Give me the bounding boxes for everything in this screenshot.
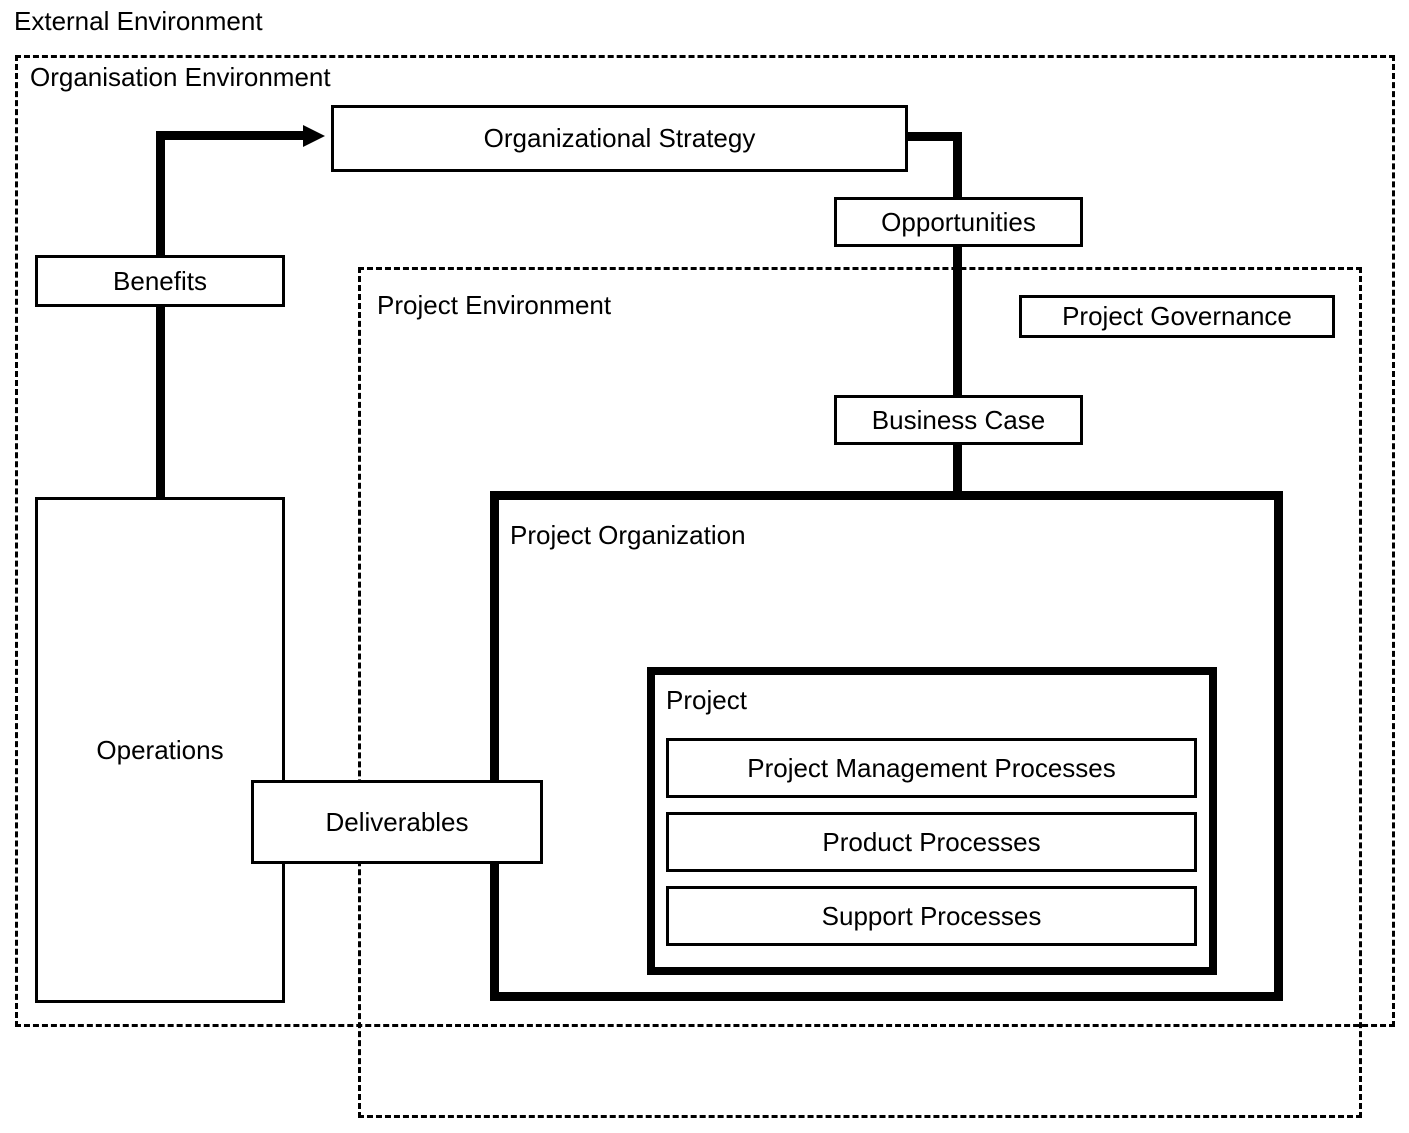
- external-environment-label: External Environment: [14, 6, 263, 36]
- diagram-canvas: External Environment Organisation Enviro…: [0, 0, 1409, 1133]
- business-case-label: Business Case: [871, 404, 1046, 435]
- organisation-environment-label: Organisation Environment: [26, 62, 335, 92]
- benefits-label: Benefits: [113, 265, 207, 296]
- arrowhead-to-organizational-strategy: [303, 125, 325, 147]
- project-organization-label: Project Organization: [510, 520, 746, 550]
- connector-operations-to-strategy-vertical: [156, 136, 165, 501]
- opportunities-box[interactable]: Opportunities: [834, 197, 1083, 247]
- connector-benefits-to-strategy-horizontal: [156, 131, 308, 140]
- project-environment-label: Project Environment: [373, 290, 616, 320]
- benefits-box[interactable]: Benefits: [35, 255, 285, 307]
- operations-box[interactable]: Operations: [35, 497, 285, 1003]
- organizational-strategy-box[interactable]: Organizational Strategy: [331, 105, 908, 172]
- deliverables-box[interactable]: Deliverables: [251, 780, 543, 864]
- deliverables-label: Deliverables: [325, 806, 469, 837]
- operations-label: Operations: [96, 734, 224, 765]
- process-box-project-management[interactable]: Project Management Processes: [666, 738, 1197, 798]
- organizational-strategy-label: Organizational Strategy: [483, 123, 756, 153]
- project-governance-label: Project Governance: [1062, 301, 1292, 331]
- process-box-product[interactable]: Product Processes: [666, 812, 1197, 872]
- process-label-support: Support Processes: [821, 900, 1042, 931]
- process-box-support[interactable]: Support Processes: [666, 886, 1197, 946]
- project-governance-box[interactable]: Project Governance: [1019, 295, 1335, 338]
- project-label: Project: [666, 685, 747, 715]
- business-case-box[interactable]: Business Case: [834, 395, 1083, 445]
- opportunities-label: Opportunities: [881, 206, 1036, 237]
- process-label-project-management: Project Management Processes: [747, 752, 1116, 783]
- process-label-product: Product Processes: [822, 826, 1041, 857]
